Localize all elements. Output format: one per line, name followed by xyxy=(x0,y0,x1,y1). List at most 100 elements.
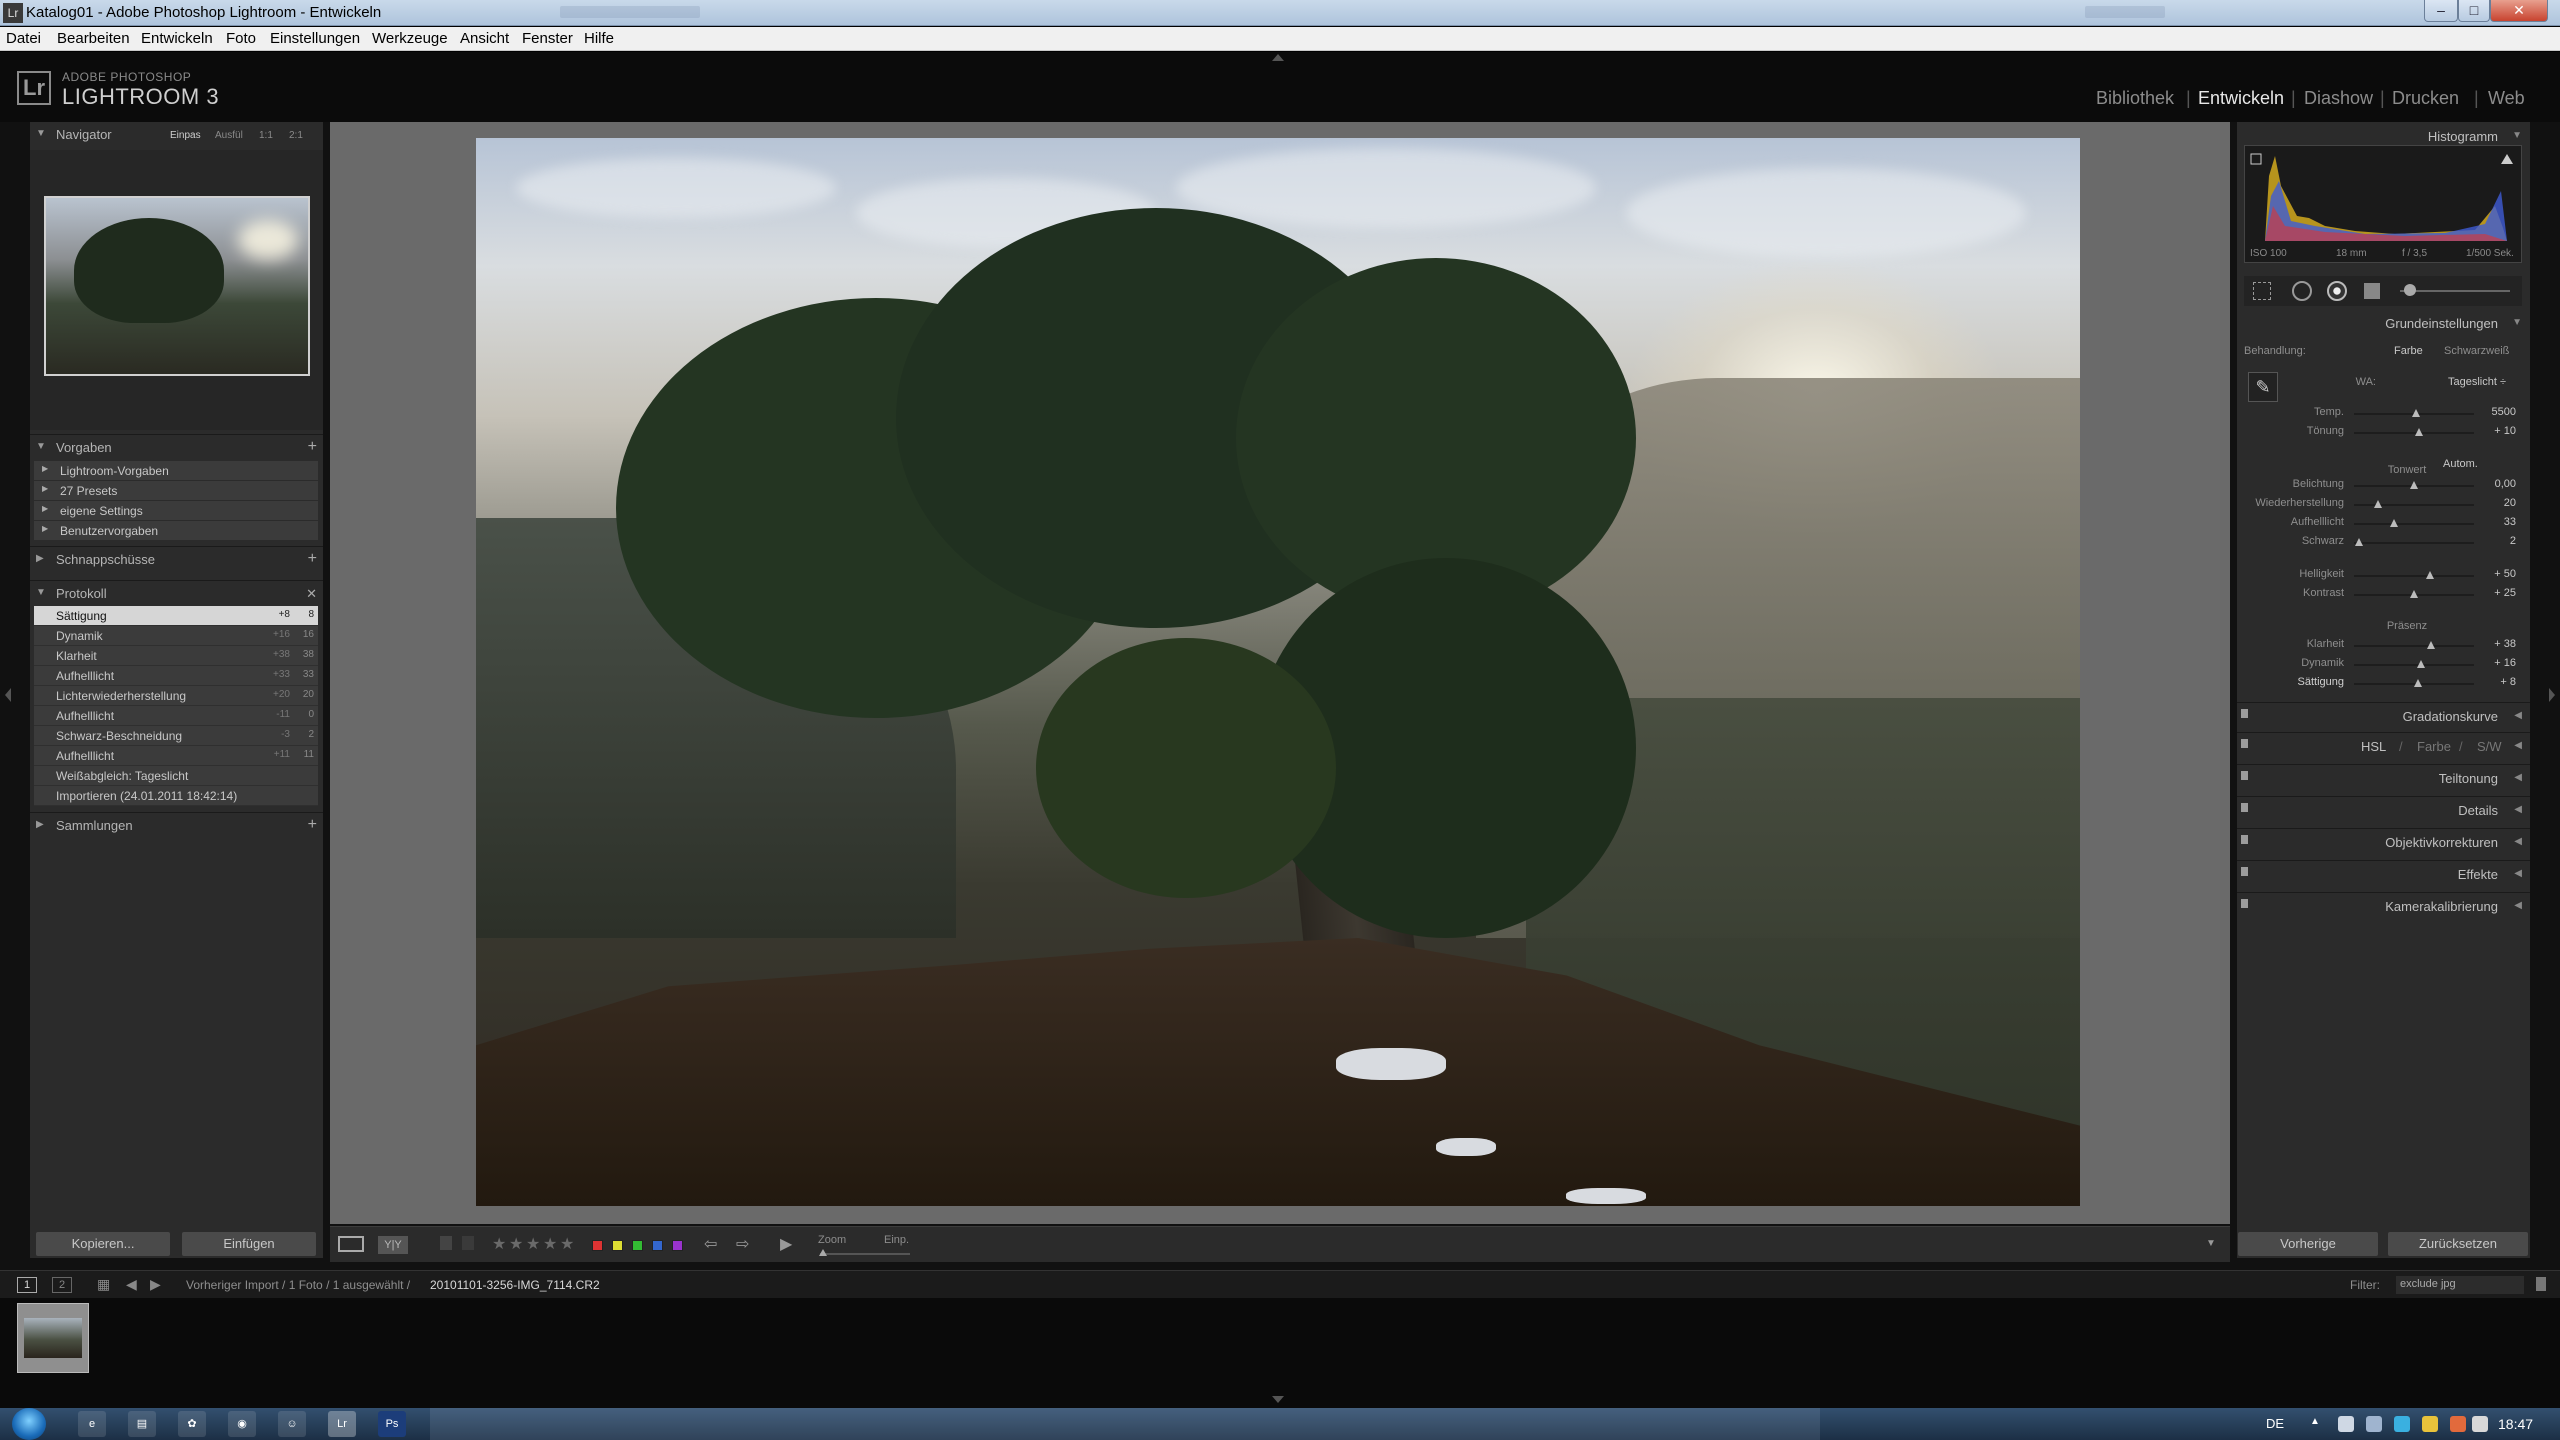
slider-track[interactable] xyxy=(2354,542,2474,544)
history-step[interactable]: Importieren (24.01.2011 18:42:14) xyxy=(34,786,318,806)
add-collection-icon[interactable]: + xyxy=(308,816,317,834)
reset-button[interactable]: Zurücksetzen xyxy=(2388,1232,2528,1256)
red-eye-icon[interactable] xyxy=(2327,281,2347,301)
module-drucken[interactable]: Drucken xyxy=(2392,88,2459,109)
filmstrip-filename[interactable]: 20101101-3256-IMG_7114.CR2 xyxy=(430,1278,600,1292)
history-step[interactable]: Weißabgleich: Tageslicht xyxy=(34,766,318,786)
slider-value[interactable]: + 10 xyxy=(2486,425,2516,437)
add-preset-icon[interactable]: + xyxy=(308,438,317,456)
panel-switch-icon[interactable] xyxy=(2241,771,2248,780)
right-panel-toggle-icon[interactable] xyxy=(2549,688,2555,702)
maximize-button[interactable]: □ xyxy=(2458,0,2490,22)
app-icon[interactable]: Lr xyxy=(3,3,23,23)
hsl-header[interactable]: HSL / Farbe / S/W ◀ xyxy=(2237,732,2530,758)
treatment-color-option[interactable]: Farbe xyxy=(2394,345,2423,357)
nav-forward-icon[interactable]: ▶ xyxy=(150,1276,161,1293)
star-rating-icon[interactable]: ★ xyxy=(560,1234,574,1254)
left-panel-toggle-icon[interactable] xyxy=(5,688,11,702)
filter-select[interactable]: exclude jpg xyxy=(2396,1276,2524,1294)
slider-thumb[interactable] xyxy=(2414,428,2423,436)
zoom-fit-option[interactable]: Einpas xyxy=(170,130,201,141)
module-entwickeln[interactable]: Entwickeln xyxy=(2198,88,2284,109)
menu-foto[interactable]: Foto xyxy=(226,30,256,47)
slider-thumb[interactable] xyxy=(2374,500,2382,508)
top-panel-toggle-icon[interactable] xyxy=(1272,54,1284,61)
panel-switch-icon[interactable] xyxy=(2241,709,2248,718)
explorer-taskbar-icon[interactable]: ▤ xyxy=(128,1411,156,1437)
slider-value[interactable]: + 16 xyxy=(2486,657,2516,669)
slider-thumb[interactable] xyxy=(2410,590,2418,598)
panel-switch-icon[interactable] xyxy=(2241,899,2248,908)
slider-value[interactable]: 5500 xyxy=(2486,406,2516,418)
navigator-header[interactable]: ▼ Navigator Einpas Ausfül 1:1 2:1 xyxy=(30,122,323,148)
slider-track[interactable] xyxy=(2354,645,2474,647)
tone-curve-header[interactable]: Gradationskurve ◀ xyxy=(2237,702,2530,728)
loupe-view-icon[interactable] xyxy=(338,1236,364,1252)
star-rating-icon[interactable]: ★ xyxy=(509,1234,523,1254)
slider-thumb[interactable] xyxy=(2410,481,2418,489)
slider-track[interactable] xyxy=(2354,504,2474,506)
filmstrip-thumbnail[interactable] xyxy=(17,1303,89,1373)
panel-switch-icon[interactable] xyxy=(2241,867,2248,876)
preset-folder[interactable]: ▶ 27 Presets xyxy=(34,481,318,500)
ie-taskbar-icon[interactable]: e xyxy=(78,1411,106,1437)
next-photo-icon[interactable]: ⇨ xyxy=(736,1234,749,1254)
volume-icon[interactable] xyxy=(2338,1416,2354,1432)
preset-folder[interactable]: ▶ Lightroom-Vorgaben xyxy=(34,461,318,480)
color-label-blue[interactable] xyxy=(652,1240,663,1251)
slider-thumb[interactable] xyxy=(2389,519,2398,527)
camera-calibration-header[interactable]: Kamerakalibrierung ◀ xyxy=(2237,892,2530,918)
menu-werkzeuge[interactable]: Werkzeuge xyxy=(372,30,448,47)
play-slideshow-icon[interactable]: ▶ xyxy=(780,1234,792,1254)
lightroom-taskbar-icon[interactable]: Lr xyxy=(328,1411,356,1437)
slider-value[interactable]: + 8 xyxy=(2486,676,2516,688)
star-rating-icon[interactable]: ★ xyxy=(543,1234,557,1254)
menu-hilfe[interactable]: Hilfe xyxy=(584,30,614,47)
slider-track[interactable] xyxy=(2354,664,2474,666)
slider-track[interactable] xyxy=(2354,575,2474,577)
previous-photo-icon[interactable]: ⇦ xyxy=(704,1234,717,1254)
history-step[interactable]: Sättigung +8 8 xyxy=(34,606,318,626)
slider-track[interactable] xyxy=(2354,523,2474,525)
crop-tool-icon[interactable] xyxy=(2253,282,2271,300)
panel-switch-icon[interactable] xyxy=(2241,739,2248,748)
messenger-taskbar-icon[interactable]: ☺ xyxy=(278,1411,306,1437)
menu-fenster[interactable]: Fenster xyxy=(522,30,573,47)
module-web[interactable]: Web xyxy=(2488,88,2525,109)
star-rating-icon[interactable]: ★ xyxy=(526,1234,540,1254)
snapshots-header[interactable]: ▶ Schnappschüsse + xyxy=(30,546,323,572)
effects-header[interactable]: Effekte ◀ xyxy=(2237,860,2530,886)
treatment-bw-option[interactable]: Schwarzweiß xyxy=(2444,345,2509,357)
slider-thumb[interactable] xyxy=(2412,409,2421,417)
history-step[interactable]: Dynamik +16 16 xyxy=(34,626,318,646)
clock[interactable]: 18:47 xyxy=(2498,1416,2533,1432)
add-snapshot-icon[interactable]: + xyxy=(308,550,317,568)
toolbar-menu-icon[interactable]: ▼ xyxy=(2206,1238,2216,1249)
clear-history-icon[interactable]: ✕ xyxy=(306,586,317,602)
slider-value[interactable]: 33 xyxy=(2486,516,2516,528)
slider-value[interactable]: 2 xyxy=(2486,535,2516,547)
firefox-taskbar-icon[interactable]: ◉ xyxy=(228,1411,256,1437)
start-button[interactable] xyxy=(12,1408,46,1440)
adjustment-brush-slider[interactable] xyxy=(2400,290,2510,292)
tray-expand-icon[interactable]: ▲ xyxy=(2310,1416,2326,1432)
panel-switch-icon[interactable] xyxy=(2241,835,2248,844)
color-label-yellow[interactable] xyxy=(612,1240,623,1251)
photoshop-taskbar-icon[interactable]: Ps xyxy=(378,1411,406,1437)
menu-entwickeln[interactable]: Entwickeln xyxy=(141,30,213,47)
language-indicator[interactable]: DE xyxy=(2266,1416,2284,1431)
wb-eyedropper-icon[interactable]: ✎ xyxy=(2248,372,2278,402)
menu-datei[interactable]: Datei xyxy=(6,30,41,47)
preset-folder[interactable]: ▶ eigene Settings xyxy=(34,501,318,520)
color-label-green[interactable] xyxy=(632,1240,643,1251)
tray-app-icon[interactable] xyxy=(2450,1416,2466,1432)
paste-settings-button[interactable]: Einfügen xyxy=(182,1232,316,1256)
compare-view-icon[interactable]: Y|Y xyxy=(378,1236,408,1254)
color-tab[interactable]: Farbe xyxy=(2417,739,2451,754)
slider-value[interactable]: 0,00 xyxy=(2486,478,2516,490)
network-icon[interactable] xyxy=(2366,1416,2382,1432)
presets-header[interactable]: ▼ Vorgaben + xyxy=(30,434,323,460)
history-step[interactable]: Lichterwiederherstellung +20 20 xyxy=(34,686,318,706)
history-header[interactable]: ▼ Protokoll ✕ xyxy=(30,580,323,606)
split-toning-header[interactable]: Teiltonung ◀ xyxy=(2237,764,2530,790)
